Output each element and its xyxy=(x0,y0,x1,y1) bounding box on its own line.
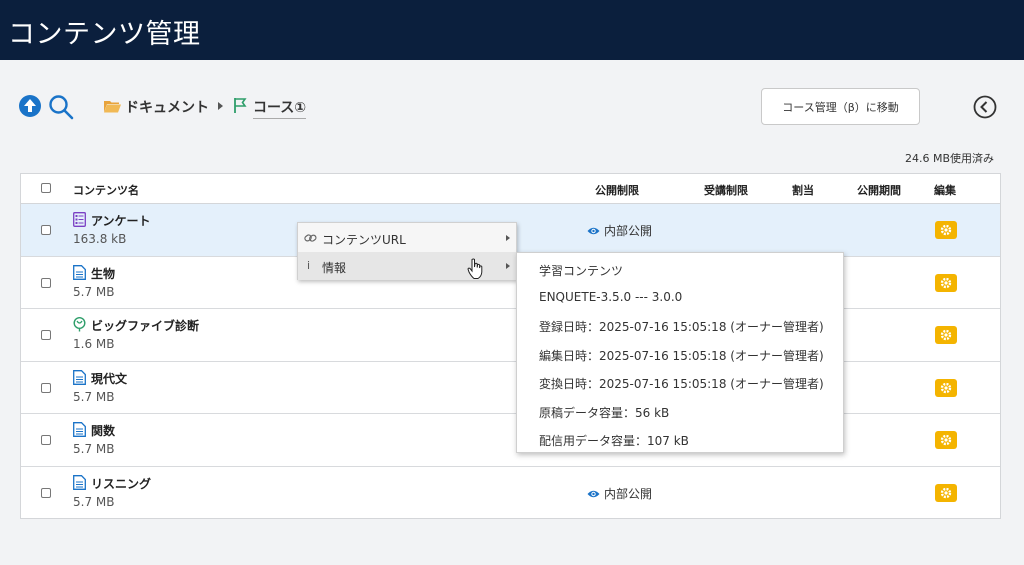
public-status: 内部公開 xyxy=(587,485,652,502)
upload-icon[interactable] xyxy=(18,94,42,118)
link-icon xyxy=(304,234,317,242)
content-info-panel: 学習コンテンツ ENQUETE-3.5.0 --- 3.0.0 登録日時：202… xyxy=(516,252,844,453)
table-row[interactable]: 現代文 5.7 MB xyxy=(21,362,1000,414)
info-icon: i xyxy=(307,259,311,272)
info-content-type: 学習コンテンツ xyxy=(539,264,624,278)
row-checkbox[interactable] xyxy=(41,225,51,235)
content-name[interactable]: 関数 xyxy=(91,422,115,439)
flag-icon xyxy=(234,98,247,113)
submenu-arrow-icon xyxy=(506,235,510,241)
edit-settings-button[interactable] xyxy=(935,326,957,344)
document-icon xyxy=(73,369,86,385)
document-icon xyxy=(73,422,86,437)
gear-icon xyxy=(940,434,952,446)
table-row[interactable]: 関数 5.7 MB xyxy=(21,414,1000,467)
eye-icon xyxy=(587,490,600,497)
gear-icon xyxy=(940,487,952,498)
storage-usage: 24.6 MB使用済み xyxy=(904,152,994,165)
info-source-size: 原稿データ容量：56 kB xyxy=(539,406,670,420)
breadcrumb-documents[interactable]: ドキュメント xyxy=(125,97,209,117)
content-size: 5.7 MB xyxy=(73,389,115,404)
survey-icon xyxy=(73,212,86,227)
context-menu-label: コンテンツURL xyxy=(322,233,406,247)
public-status-label: 内部公開 xyxy=(604,224,653,238)
col-public-period: 公開期間 xyxy=(857,184,901,197)
col-assignment: 割当 xyxy=(792,184,814,197)
content-name[interactable]: アンケート xyxy=(91,212,151,229)
page-title: コンテンツ管理 xyxy=(8,19,201,50)
edit-settings-button[interactable] xyxy=(935,483,957,502)
table-row[interactable]: リスニング 5.7 MB 内部公開 xyxy=(21,467,1000,520)
col-public-restriction: 公開制限 xyxy=(595,184,639,197)
submenu-arrow-icon xyxy=(506,263,510,269)
gear-icon xyxy=(940,329,952,341)
eye-icon xyxy=(587,227,600,235)
document-icon xyxy=(73,264,86,280)
back-circle-icon[interactable] xyxy=(973,95,997,119)
info-delivery-size: 配信用データ容量：107 kB xyxy=(539,434,689,448)
info-version: ENQUETE-3.5.0 --- 3.0.0 xyxy=(539,290,683,304)
select-all-checkbox[interactable] xyxy=(41,183,51,193)
content-name[interactable]: ビッグファイブ診断 xyxy=(91,317,199,334)
col-edit: 編集 xyxy=(934,184,956,197)
diagnosis-icon xyxy=(73,317,86,332)
row-checkbox[interactable] xyxy=(41,435,51,445)
edit-settings-button[interactable] xyxy=(935,273,957,292)
hand-cursor-icon xyxy=(467,258,483,279)
app-header: コンテンツ管理 xyxy=(0,0,1024,60)
content-name[interactable]: 生物 xyxy=(91,265,115,282)
info-edited-at: 編集日時：2025-07-16 15:05:18 (オーナー管理者) xyxy=(539,349,824,363)
info-converted-at: 変換日時：2025-07-16 15:05:18 (オーナー管理者) xyxy=(539,377,824,391)
content-size: 1.6 MB xyxy=(73,337,115,351)
move-to-course-management-button[interactable]: コース管理（β）に移動 xyxy=(761,88,920,125)
content-size: 163.8 kB xyxy=(73,232,127,246)
search-icon[interactable] xyxy=(48,94,74,120)
info-registered-at: 登録日時：2025-07-16 15:05:18 (オーナー管理者) xyxy=(539,320,824,334)
row-checkbox[interactable] xyxy=(41,382,51,393)
table-header: コンテンツ名 公開制限 受講制限 割当 公開期間 編集 xyxy=(21,174,1000,204)
folder-open-icon xyxy=(104,101,121,113)
public-status-label: 内部公開 xyxy=(604,486,653,501)
edit-settings-button[interactable] xyxy=(935,378,957,397)
context-menu-label: 情報 xyxy=(322,261,347,275)
gear-icon xyxy=(940,382,952,393)
row-checkbox[interactable] xyxy=(41,330,51,340)
edit-settings-button[interactable] xyxy=(935,431,957,449)
content-name[interactable]: リスニング xyxy=(91,475,151,492)
row-checkbox[interactable] xyxy=(41,487,51,498)
document-icon xyxy=(73,474,86,490)
context-menu-item-content-url[interactable]: コンテンツURL xyxy=(298,224,516,252)
content-size: 5.7 MB xyxy=(73,284,115,299)
edit-settings-button[interactable] xyxy=(935,221,957,239)
gear-icon xyxy=(940,224,952,236)
content-name[interactable]: 現代文 xyxy=(91,370,127,387)
public-status: 内部公開 xyxy=(587,222,652,239)
breadcrumb-current-course[interactable]: コース① xyxy=(253,97,307,119)
breadcrumb-separator-icon xyxy=(218,102,223,110)
row-checkbox[interactable] xyxy=(41,277,51,288)
table-row[interactable]: ビッグファイブ診断 1.6 MB xyxy=(21,309,1000,362)
gear-icon xyxy=(940,277,952,288)
content-size: 5.7 MB xyxy=(73,494,115,509)
col-enrollment-restriction: 受講制限 xyxy=(704,184,748,197)
col-content-name: コンテンツ名 xyxy=(73,184,139,197)
content-size: 5.7 MB xyxy=(73,442,115,456)
